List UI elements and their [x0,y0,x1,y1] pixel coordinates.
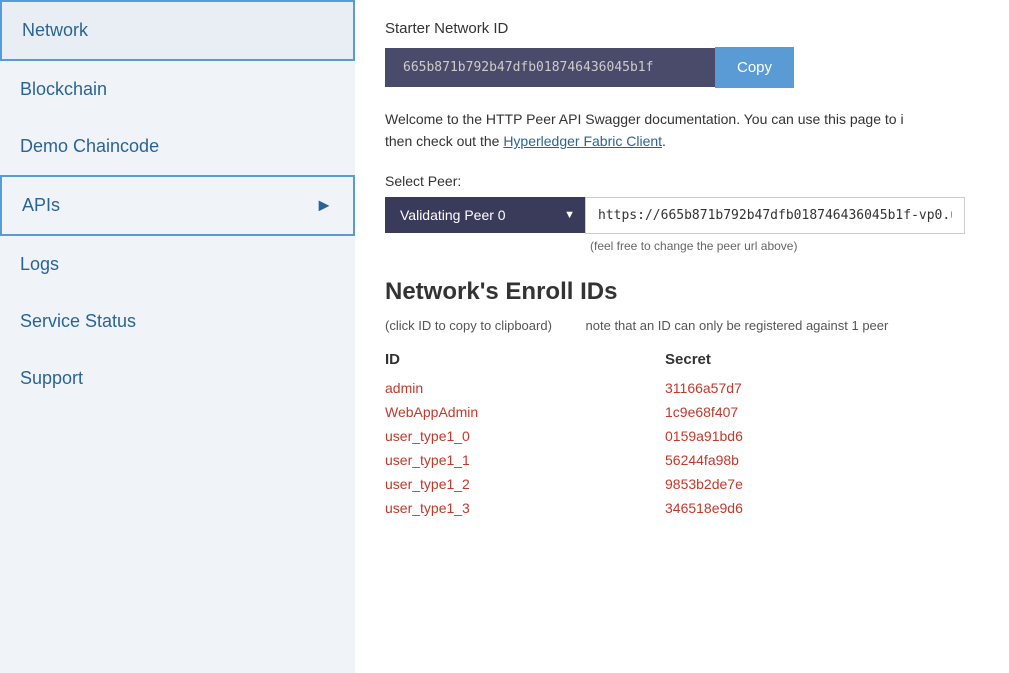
enroll-id[interactable]: admin [385,376,665,400]
sidebar-item-support[interactable]: Support [0,350,355,407]
enroll-id[interactable]: user_type1_0 [385,424,665,448]
sidebar-item-support-label: Support [20,368,83,389]
starter-network-label: Starter Network ID [385,20,979,37]
sidebar-item-network[interactable]: Network [0,0,355,61]
enroll-secret: 56244fa98b [665,448,979,472]
enroll-ids-hint: (click ID to copy to clipboard) note tha… [385,318,979,333]
enroll-id[interactable]: user_type1_2 [385,472,665,496]
enroll-ids-hint1: (click ID to copy to clipboard) [385,318,552,333]
enroll-id[interactable]: user_type1_3 [385,496,665,520]
hyperledger-link[interactable]: Hyperledger Fabric Client [503,133,662,149]
col-id-header: ID [385,351,665,376]
peer-url-input[interactable] [585,197,965,234]
copy-button[interactable]: Copy [715,47,794,88]
table-row: WebAppAdmin1c9e68f407 [385,400,979,424]
enroll-ids-title: Network's Enroll IDs [385,278,979,306]
sidebar-item-apis-label: APIs [22,195,60,216]
enroll-secret: 0159a91bd6 [665,424,979,448]
sidebar-item-service-status[interactable]: Service Status [0,293,355,350]
network-id-row: 665b871b792b47dfb018746436045b1f Copy [385,47,979,88]
table-row: user_type1_3346518e9d6 [385,496,979,520]
main-content: Starter Network ID 665b871b792b47dfb0187… [355,0,1009,673]
enroll-secret: 9853b2de7e [665,472,979,496]
select-peer-label: Select Peer: [385,173,979,189]
enroll-id[interactable]: WebAppAdmin [385,400,665,424]
enroll-secret: 346518e9d6 [665,496,979,520]
description-line2: then check out the [385,133,503,149]
description-line1: Welcome to the HTTP Peer API Swagger doc… [385,111,904,127]
table-row: user_type1_156244fa98b [385,448,979,472]
description-link-suffix: . [662,133,666,149]
starter-network-section: Starter Network ID 665b871b792b47dfb0187… [385,20,979,88]
sidebar-item-demo-chaincode-label: Demo Chaincode [20,136,159,157]
col-secret-header: Secret [665,351,979,376]
description-text: Welcome to the HTTP Peer API Swagger doc… [385,108,979,153]
sidebar-item-network-label: Network [22,20,88,41]
sidebar-item-apis[interactable]: APIs ► [0,175,355,236]
sidebar-item-logs[interactable]: Logs [0,236,355,293]
enroll-table: ID Secret admin31166a57d7WebAppAdmin1c9e… [385,351,979,520]
peer-select-wrapper: Validating Peer 0 [385,197,585,233]
sidebar-item-demo-chaincode[interactable]: Demo Chaincode [0,118,355,175]
enroll-ids-section: Network's Enroll IDs (click ID to copy t… [385,278,979,520]
chevron-right-icon: ► [315,195,333,216]
select-peer-section: Select Peer: Validating Peer 0 (feel fre… [385,173,979,253]
sidebar-item-logs-label: Logs [20,254,59,275]
network-id-display: 665b871b792b47dfb018746436045b1f [385,48,715,87]
feel-free-text: (feel free to change the peer url above) [590,239,979,253]
table-row: user_type1_00159a91bd6 [385,424,979,448]
sidebar-item-blockchain[interactable]: Blockchain [0,61,355,118]
enroll-secret: 31166a57d7 [665,376,979,400]
peer-select[interactable]: Validating Peer 0 [385,197,585,233]
enroll-secret: 1c9e68f407 [665,400,979,424]
sidebar: Network Blockchain Demo Chaincode APIs ►… [0,0,355,673]
sidebar-item-blockchain-label: Blockchain [20,79,107,100]
enroll-ids-hint2: note that an ID can only be registered a… [586,318,889,333]
select-peer-row: Validating Peer 0 [385,197,979,234]
table-row: user_type1_29853b2de7e [385,472,979,496]
sidebar-item-service-status-label: Service Status [20,311,136,332]
table-row: admin31166a57d7 [385,376,979,400]
enroll-id[interactable]: user_type1_1 [385,448,665,472]
